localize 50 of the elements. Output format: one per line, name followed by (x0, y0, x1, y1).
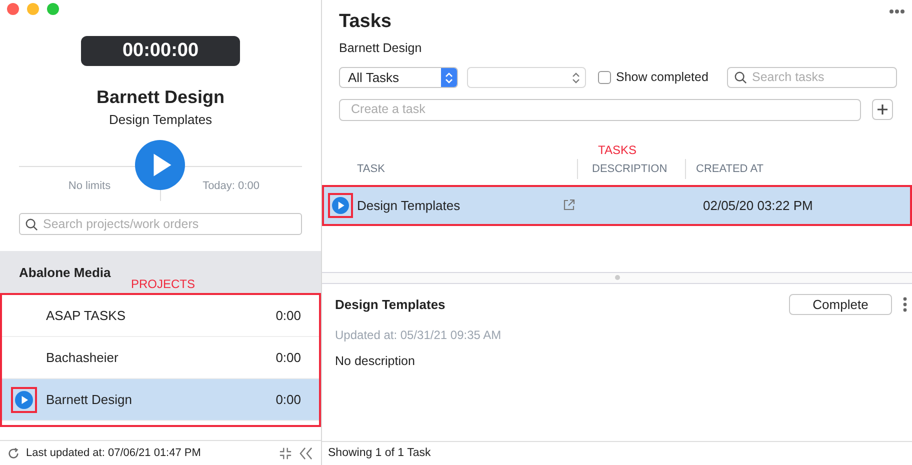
project-name: Bachasheier (46, 348, 120, 367)
play-icon[interactable] (332, 196, 349, 214)
more-icon[interactable] (889, 9, 905, 14)
search-icon (25, 218, 38, 230)
column-header: DESCRIPTION (591, 162, 668, 176)
project-title: Barnett Design (95, 86, 226, 108)
task-name: Design Templates (357, 196, 462, 215)
refresh-icon[interactable] (7, 446, 20, 460)
task-count-label: Showing 1 of 1 Task (328, 446, 431, 461)
external-link-icon[interactable] (563, 199, 575, 212)
task-subtitle: Design Templates (108, 112, 214, 128)
collapse-icon[interactable] (279, 446, 292, 460)
double-chevron-icon[interactable] (298, 446, 314, 460)
page-subtitle: Barnett Design (339, 40, 422, 57)
created-at-cell-text: 02/05/20 03:22 PM (703, 196, 813, 214)
annotation-label: PROJECTS (131, 276, 196, 293)
group-header: Abalone Media (19, 264, 111, 282)
add-task-button[interactable] (872, 99, 893, 120)
complete-button[interactable]: Complete (789, 294, 892, 316)
splitter-handle-icon[interactable] (614, 275, 620, 280)
close-window-icon[interactable] (7, 3, 19, 15)
show-completed-label: Show completed (616, 69, 708, 86)
updated-at-label: Updated at: 05/31/21 09:35 AM (335, 326, 502, 344)
play-icon[interactable] (135, 140, 185, 190)
limit-label: No limits (68, 179, 111, 194)
project-row[interactable]: Barnett Design 0:00 (2, 379, 319, 421)
show-completed-checkbox[interactable] (598, 71, 611, 84)
stepper-icon (572, 72, 580, 84)
stepper-icon (441, 68, 457, 88)
more-vertical-icon[interactable] (903, 297, 907, 312)
column-header: TASK (356, 162, 386, 176)
detail-title: Design Templates (335, 296, 446, 314)
annotation-label: TASKS (598, 142, 636, 159)
project-name: Barnett Design (46, 390, 133, 409)
description-text: No description (335, 352, 416, 370)
project-time: 0:00 (276, 306, 301, 325)
project-name: ASAP TASKS (46, 306, 126, 325)
last-updated-label: Last updated at: 07/06/21 01:47 PM (26, 446, 202, 461)
today-label: Today: 0:00 (202, 179, 260, 194)
column-header: CREATED AT (695, 162, 764, 176)
search-icon (734, 71, 747, 84)
zoom-window-icon[interactable] (47, 3, 59, 15)
play-icon[interactable] (15, 390, 33, 408)
page-title: Tasks (339, 11, 392, 33)
plus-icon (877, 104, 888, 116)
project-time: 0:00 (276, 390, 301, 409)
project-time: 0:00 (276, 348, 301, 367)
timer-display: 00:00:00 (81, 36, 240, 66)
task-row[interactable]: Design Templates 02/05/20 03:22 PM (322, 184, 912, 226)
task-filter-select[interactable]: All Tasks (339, 67, 458, 88)
